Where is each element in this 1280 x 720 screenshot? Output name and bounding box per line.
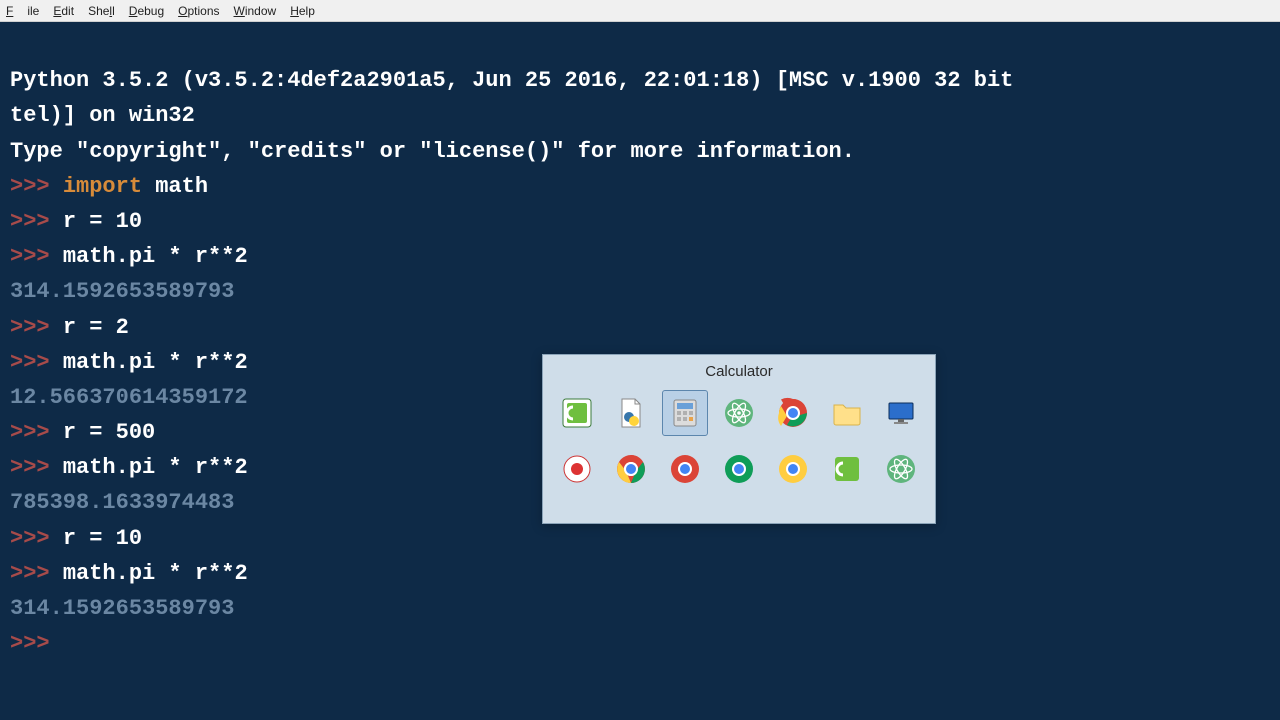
menu-help[interactable]: Help — [290, 4, 315, 18]
atom-icon — [885, 453, 917, 485]
code-text: math.pi * r**2 — [63, 561, 248, 586]
code-text: math.pi * r**2 — [63, 455, 248, 480]
chrome-icon — [777, 453, 809, 485]
code-text: r = 10 — [63, 209, 142, 234]
python-file-icon — [615, 397, 647, 429]
app-tile-recorder[interactable] — [554, 446, 600, 492]
output-value: 314.1592653589793 — [10, 596, 234, 621]
prompt: >>> — [10, 561, 63, 586]
output-value: 785398.1633974483 — [10, 490, 234, 515]
alt-tab-switcher: Calculator — [542, 354, 936, 524]
app-tile-folder[interactable] — [824, 390, 870, 436]
code-text: math.pi * r**2 — [63, 350, 248, 375]
prompt: >>> — [10, 420, 63, 445]
app-tile-chrome[interactable] — [716, 446, 762, 492]
prompt: >>> — [10, 526, 63, 551]
folder-icon — [831, 397, 863, 429]
prompt: >>> — [10, 315, 63, 340]
menu-options[interactable]: Options — [178, 4, 219, 18]
menu-debug[interactable]: Debug — [129, 4, 164, 18]
app-tile-chrome[interactable] — [662, 446, 708, 492]
app-tile-chrome[interactable] — [608, 446, 654, 492]
code-text: r = 500 — [63, 420, 155, 445]
shell-banner-line: tel)] on win32 — [10, 103, 195, 128]
app-tile-chrome[interactable] — [770, 446, 816, 492]
menu-file[interactable]: File — [6, 4, 39, 18]
calculator-icon — [669, 397, 701, 429]
chrome-icon — [669, 453, 701, 485]
recorder-icon — [561, 453, 593, 485]
code-text: r = 10 — [63, 526, 142, 551]
prompt: >>> — [10, 631, 63, 656]
chrome-icon — [723, 453, 755, 485]
atom-icon — [723, 397, 755, 429]
prompt: >>> — [10, 244, 63, 269]
code-text: math — [142, 174, 208, 199]
camtasia-icon — [831, 453, 863, 485]
shell-banner-line: Type "copyright", "credits" or "license(… — [10, 139, 855, 164]
prompt: >>> — [10, 455, 63, 480]
menu-window[interactable]: Window — [234, 4, 277, 18]
output-value: 12.566370614359172 — [10, 385, 248, 410]
app-tile-atom[interactable] — [716, 390, 762, 436]
app-tile-camtasia[interactable] — [824, 446, 870, 492]
code-text: math.pi * r**2 — [63, 244, 248, 269]
switcher-grid — [543, 386, 935, 502]
app-tile-desktop[interactable] — [878, 390, 924, 436]
prompt: >>> — [10, 174, 63, 199]
desktop-icon — [885, 397, 917, 429]
app-tile-chrome[interactable] — [770, 390, 816, 436]
code-text: r = 2 — [63, 315, 129, 340]
app-tile-atom[interactable] — [878, 446, 924, 492]
prompt: >>> — [10, 209, 63, 234]
prompt: >>> — [10, 350, 63, 375]
chrome-icon — [615, 453, 647, 485]
switcher-title: Calculator — [543, 355, 935, 386]
app-tile-camtasia[interactable] — [554, 390, 600, 436]
keyword-import: import — [63, 174, 142, 199]
menu-edit[interactable]: Edit — [53, 4, 74, 18]
output-value: 314.1592653589793 — [10, 279, 234, 304]
app-tile-calculator[interactable] — [662, 390, 708, 436]
app-tile-python-file[interactable] — [608, 390, 654, 436]
chrome-icon — [777, 397, 809, 429]
menu-shell[interactable]: Shell — [88, 4, 115, 18]
shell-banner-line: Python 3.5.2 (v3.5.2:4def2a2901a5, Jun 2… — [10, 68, 1013, 93]
camtasia-icon — [561, 397, 593, 429]
menu-bar: File Edit Shell Debug Options Window Hel… — [0, 0, 1280, 22]
